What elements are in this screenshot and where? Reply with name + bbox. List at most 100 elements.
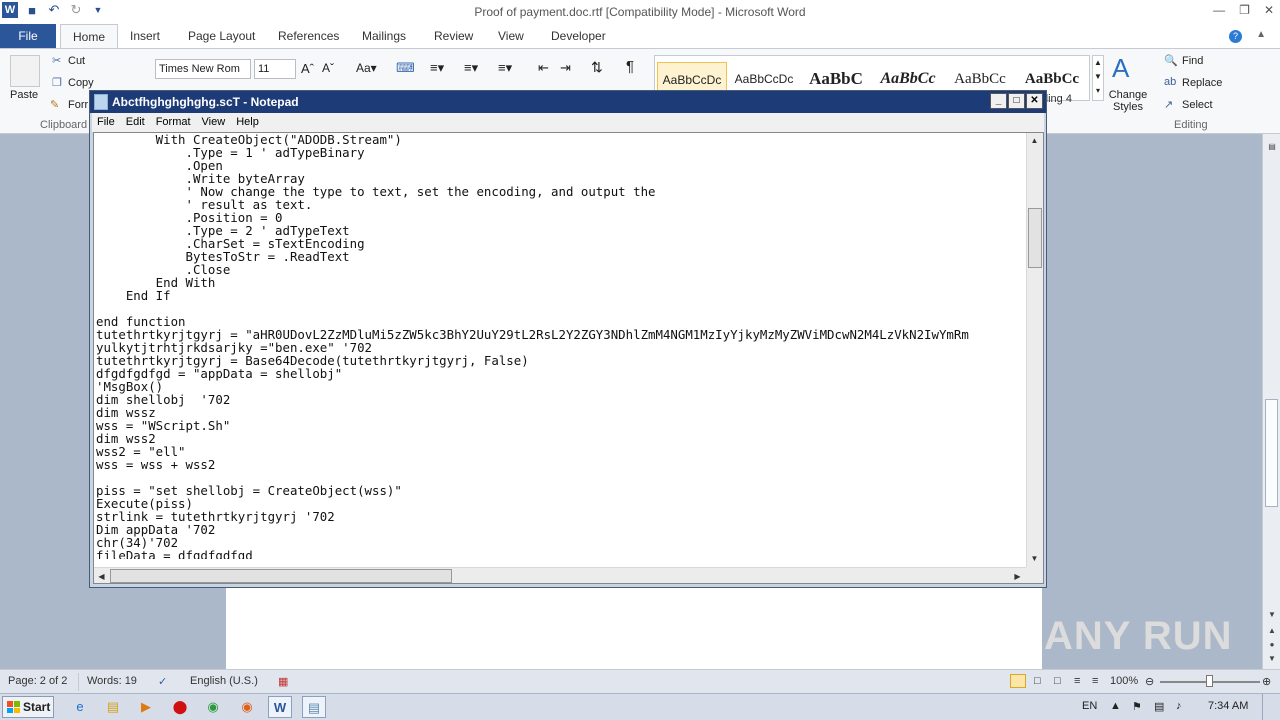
restore-icon[interactable]: ❐	[1239, 3, 1250, 17]
show-desktop-button[interactable]	[1262, 694, 1276, 720]
decrease-indent-icon[interactable]: ⇤	[538, 60, 549, 76]
internet-explorer-icon[interactable]: e	[68, 696, 92, 718]
cut-button[interactable]: Cut	[68, 55, 85, 67]
word-count[interactable]: Words: 19	[87, 675, 137, 687]
start-button[interactable]: Start	[2, 696, 54, 718]
copy-icon[interactable]: ❐	[52, 76, 62, 89]
zoom-slider-thumb[interactable]	[1206, 675, 1213, 687]
notepad-taskbar-icon[interactable]: ▤	[302, 696, 326, 718]
notepad-maximize-icon[interactable]: □	[1008, 93, 1025, 109]
notepad-scroll-up-icon[interactable]: ▲	[1027, 133, 1042, 148]
proofing-icon[interactable]: ✓	[158, 675, 167, 688]
tab-mailings[interactable]: Mailings	[362, 24, 406, 48]
notepad-scroll-down-icon[interactable]: ▼	[1027, 551, 1042, 566]
tab-home[interactable]: Home	[60, 24, 119, 48]
document-scroll-thumb[interactable]	[1265, 399, 1278, 507]
change-styles-icon[interactable]: A	[1112, 53, 1129, 84]
numbering-icon[interactable]: ≡▾	[464, 60, 478, 76]
change-styles-button[interactable]: Change Styles	[1108, 89, 1148, 113]
notepad-title-bar[interactable]: Abctfhghghghghg.scT - Notepad _ □ ✕	[90, 91, 1046, 113]
minimize-icon[interactable]: —	[1213, 3, 1225, 17]
previous-page-icon[interactable]: ▲	[1265, 626, 1279, 638]
next-page-icon[interactable]: ▼	[1265, 654, 1279, 666]
firefox-icon[interactable]: ◉	[235, 696, 259, 718]
close-icon[interactable]: ✕	[1264, 3, 1274, 17]
notepad-scroll-right-icon[interactable]: ▶	[1010, 569, 1025, 583]
select-button[interactable]: Select	[1182, 99, 1213, 111]
menu-edit[interactable]: Edit	[121, 113, 151, 132]
full-screen-reading-icon[interactable]: □	[1034, 675, 1041, 687]
tab-insert[interactable]: Insert	[130, 24, 160, 48]
notepad-horizontal-scrollbar[interactable]: ◀ ▶	[94, 567, 1027, 583]
tab-page-layout[interactable]: Page Layout	[188, 24, 255, 48]
input-language[interactable]: EN	[1082, 700, 1097, 712]
document-vertical-scrollbar[interactable]: ▤ ▼ ▲ ● ▼	[1262, 134, 1280, 669]
web-layout-icon[interactable]: □	[1054, 675, 1061, 687]
show-hidden-icons-icon[interactable]: ▲	[1110, 700, 1121, 712]
shrink-font-icon[interactable]: Aˇ	[322, 61, 334, 75]
tab-file[interactable]: File	[0, 24, 56, 48]
clock[interactable]: 7:34 AM	[1208, 700, 1248, 712]
chrome-icon[interactable]: ◉	[201, 696, 225, 718]
tab-review[interactable]: Review	[434, 24, 473, 48]
zoom-in-icon[interactable]: ⊕	[1262, 675, 1271, 688]
tab-references[interactable]: References	[278, 24, 339, 48]
notepad-horizontal-scroll-thumb[interactable]	[110, 569, 452, 583]
notepad-minimize-icon[interactable]: _	[990, 93, 1007, 109]
replace-icon[interactable]: ab	[1164, 76, 1176, 88]
notepad-vertical-scrollbar[interactable]: ▲ ▼	[1026, 133, 1043, 567]
font-name-select[interactable]: Times New Rom	[155, 59, 251, 79]
paste-button[interactable]: Paste	[10, 89, 38, 101]
clear-formatting-icon[interactable]: ⌨	[396, 60, 415, 76]
volume-icon[interactable]: ♪	[1176, 700, 1182, 712]
select-browse-object-icon[interactable]: ●	[1265, 640, 1279, 652]
tab-developer[interactable]: Developer	[551, 24, 606, 48]
cut-icon[interactable]: ✂	[52, 54, 61, 67]
zoom-level[interactable]: 100%	[1110, 675, 1138, 687]
increase-indent-icon[interactable]: ⇥	[560, 60, 571, 76]
print-layout-view-icon[interactable]	[1010, 674, 1026, 688]
media-player-icon[interactable]: ▶	[134, 696, 158, 718]
word-taskbar-icon[interactable]: W	[268, 696, 292, 718]
copy-button[interactable]: Copy	[68, 77, 94, 89]
change-case-icon[interactable]: Aa▾	[356, 61, 377, 75]
notepad-close-icon[interactable]: ✕	[1026, 93, 1043, 109]
scroll-down-icon[interactable]: ▼	[1265, 610, 1279, 622]
menu-file[interactable]: File	[92, 113, 121, 132]
page-indicator[interactable]: Page: 2 of 2	[8, 675, 67, 687]
paste-icon[interactable]	[10, 55, 40, 87]
file-explorer-icon[interactable]: ▤	[101, 696, 125, 718]
styles-scroll[interactable]: ▲ ▼ ▾	[1092, 55, 1104, 101]
minimize-ribbon-icon[interactable]: ▲	[1256, 29, 1266, 40]
network-icon[interactable]: ▤	[1154, 700, 1164, 713]
notepad-resize-grip[interactable]	[1026, 567, 1043, 583]
notepad-text-content[interactable]: With CreateObject("ADODB.Stream") .Type …	[96, 133, 1024, 559]
notepad-scroll-left-icon[interactable]: ◀	[94, 569, 109, 583]
draft-view-icon[interactable]: ≡	[1092, 675, 1098, 687]
select-icon[interactable]: ↗	[1164, 98, 1173, 111]
antivirus-icon[interactable]: ⬤	[168, 696, 192, 718]
find-icon[interactable]: 🔍	[1164, 54, 1178, 67]
find-button[interactable]: Find	[1182, 55, 1203, 67]
format-painter-icon[interactable]: ✎	[50, 98, 59, 111]
help-icon[interactable]: ?	[1229, 30, 1242, 43]
sort-icon[interactable]: ⇅	[591, 59, 603, 76]
multilevel-list-icon[interactable]: ≡▾	[498, 60, 512, 76]
notepad-text-area[interactable]: With CreateObject("ADODB.Stream") .Type …	[93, 132, 1044, 584]
menu-view[interactable]: View	[197, 113, 232, 132]
notepad-vertical-scroll-thumb[interactable]	[1028, 208, 1042, 268]
menu-help[interactable]: Help	[231, 113, 265, 132]
format-painter-button[interactable]: Forr	[68, 99, 88, 111]
grow-font-icon[interactable]: Aˆ	[301, 61, 314, 76]
menu-format[interactable]: Format	[151, 113, 197, 132]
bullets-icon[interactable]: ≡▾	[430, 60, 444, 76]
flag-icon[interactable]: ⚑	[1132, 700, 1142, 713]
tab-view[interactable]: View	[498, 24, 524, 48]
macro-record-icon[interactable]: ▦	[278, 675, 288, 688]
outline-view-icon[interactable]: ≡	[1074, 675, 1080, 687]
show-formatting-marks-icon[interactable]: ¶	[626, 58, 634, 75]
zoom-out-icon[interactable]: ⊖	[1145, 675, 1154, 688]
language-indicator[interactable]: English (U.S.)	[190, 675, 258, 687]
replace-button[interactable]: Replace	[1182, 77, 1222, 89]
ruler-toggle-icon[interactable]: ▤	[1265, 142, 1279, 154]
